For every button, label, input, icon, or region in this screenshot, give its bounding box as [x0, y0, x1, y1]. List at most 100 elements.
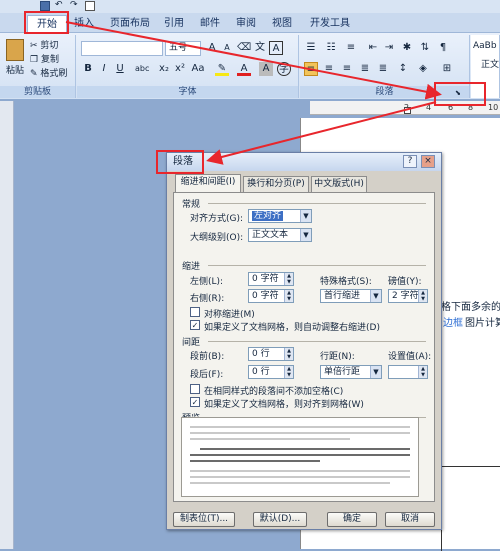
bullets-icon[interactable]: ☰ — [304, 41, 318, 55]
format-painter-button[interactable]: ✎ 格式刷 — [30, 66, 67, 79]
general-header: 常规 — [182, 200, 201, 210]
ruler-tick: 10 — [488, 103, 499, 112]
copy-button[interactable]: ❐ 复制 — [30, 52, 59, 65]
increase-indent-icon[interactable]: ⇥ — [382, 41, 396, 55]
copy-icon: ❐ — [30, 55, 39, 65]
annotation-box-home-tab — [24, 11, 69, 34]
multilevel-list-icon[interactable]: ≡ — [344, 41, 358, 55]
show-marks-icon[interactable]: ¶ — [436, 41, 450, 55]
font-color-icon[interactable]: A — [237, 62, 251, 76]
preview-line — [190, 470, 410, 472]
border-char-icon[interactable]: A — [269, 41, 283, 55]
alignment-label: 对齐方式(G): — [190, 214, 244, 224]
decrease-indent-icon[interactable]: ⇤ — [366, 41, 380, 55]
spinner-arrows-icon: ▲ ▼ — [284, 273, 293, 285]
undo-icon[interactable]: ↶ — [55, 0, 63, 10]
auto-adjust-indent-checkbox[interactable]: ✓ — [190, 320, 200, 330]
style-sample[interactable]: AaBb — [473, 41, 497, 51]
special-indent-label: 特殊格式(S): — [320, 277, 372, 287]
snap-to-grid-checkbox[interactable]: ✓ — [190, 397, 200, 407]
tab-indent-spacing[interactable]: 缩进和间距(I) — [175, 174, 241, 193]
sort-icon[interactable]: ⇅ — [418, 41, 432, 55]
page-table — [441, 466, 500, 551]
underline-icon[interactable]: U — [113, 62, 127, 76]
tab-review[interactable]: 审阅 — [232, 15, 260, 33]
paste-button[interactable]: 粘贴 — [6, 63, 24, 76]
chinese-layout-icon[interactable]: ✱ — [400, 41, 414, 55]
font-size-combo[interactable]: 五号 — [165, 41, 201, 56]
align-right-icon[interactable]: ≡ — [340, 62, 354, 76]
justify-icon[interactable]: ≣ — [358, 62, 372, 76]
no-space-same-style-checkbox[interactable] — [190, 384, 200, 394]
save-icon[interactable] — [40, 1, 50, 11]
tab-insert[interactable]: 插入 — [70, 15, 98, 33]
indent-marker[interactable] — [404, 107, 411, 114]
ok-button[interactable]: 确定 — [327, 512, 377, 527]
preview-line — [190, 460, 320, 462]
quick-access-toolbar: ↶ ↷ — [0, 0, 500, 13]
line-spacing-select[interactable]: 单倍行距 ▼ — [320, 365, 382, 379]
mirror-indents-checkbox[interactable] — [190, 307, 200, 317]
paragraph-dialog: 段落 ? × 缩进和间距(I) 换行和分页(P) 中文版式(H) 常规 对齐方式… — [166, 152, 442, 530]
bold-icon[interactable]: B — [81, 62, 95, 76]
redo-icon[interactable]: ↷ — [70, 0, 78, 10]
paste-icon[interactable] — [6, 39, 24, 61]
left-indent-spinner[interactable]: 0 字符 ▲ ▼ — [248, 272, 294, 286]
preview-line — [190, 454, 410, 456]
shading-icon[interactable]: ◈ — [416, 62, 430, 76]
italic-icon[interactable]: I — [97, 62, 111, 76]
align-center-icon[interactable]: ≡ — [322, 62, 336, 76]
indent-by-spinner[interactable]: 2 字符 ▲ ▼ — [388, 289, 428, 303]
alignment-value: 左对齐 — [252, 211, 284, 221]
clear-format-icon[interactable]: ⌫ — [237, 41, 251, 55]
strikethrough-icon[interactable]: abc — [135, 62, 149, 76]
char-shading-icon[interactable]: A — [259, 62, 273, 76]
print-preview-icon[interactable] — [85, 1, 95, 11]
grow-font-icon[interactable]: A — [205, 41, 219, 55]
preview-line — [190, 438, 350, 440]
subscript-icon[interactable]: x₂ — [157, 62, 171, 76]
superscript-icon[interactable]: x² — [173, 62, 187, 76]
tab-asian-typography[interactable]: 中文版式(H) — [311, 176, 367, 192]
alignment-select[interactable]: 左对齐 ▼ — [248, 209, 312, 223]
preview-line — [200, 448, 410, 450]
spacing-at-spinner[interactable]: ▲ ▼ — [388, 365, 428, 379]
tab-developer[interactable]: 开发工具 — [305, 15, 355, 33]
tab-mailings[interactable]: 邮件 — [196, 15, 224, 33]
tab-view[interactable]: 视图 — [268, 15, 296, 33]
shrink-font-icon[interactable]: A — [220, 41, 234, 55]
numbering-icon[interactable]: ☷ — [324, 41, 338, 55]
special-indent-select[interactable]: 首行缩进 ▼ — [320, 289, 382, 303]
style-name[interactable]: 正文 — [481, 57, 499, 70]
line-spacing-icon[interactable]: ↕ — [396, 62, 410, 76]
change-case-icon[interactable]: Aa — [191, 62, 205, 76]
enclose-char-icon[interactable]: 字 — [277, 62, 291, 76]
font-name-combo[interactable] — [81, 41, 163, 56]
tab-page-layout[interactable]: 页面布局 — [105, 15, 155, 33]
set-default-button[interactable]: 默认(D)... — [253, 512, 307, 527]
chevron-down-icon: ▼ — [300, 229, 311, 241]
ribbon-tab-bar: 开始 插入 页面布局 引用 邮件 审阅 视图 开发工具 — [0, 13, 500, 33]
right-indent-spinner[interactable]: 0 字符 ▲ ▼ — [248, 289, 294, 303]
right-indent-label: 右侧(R): — [190, 294, 225, 304]
indent-by-label: 磅值(Y): — [388, 277, 422, 287]
cut-button[interactable]: ✂ 剪切 — [30, 38, 58, 51]
outline-level-select[interactable]: 正文文本 ▼ — [248, 228, 312, 242]
highlight-icon[interactable]: ✎ — [215, 62, 229, 76]
tabs-button[interactable]: 制表位(T)... — [173, 512, 235, 527]
copy-label: 复制 — [40, 55, 59, 65]
spinner-arrows-icon: ▲ ▼ — [284, 348, 293, 360]
distribute-icon[interactable]: ≣ — [376, 62, 390, 76]
borders-icon[interactable]: ⊞ — [440, 62, 454, 76]
space-after-spinner[interactable]: 0 行 ▲ ▼ — [248, 365, 294, 379]
align-left-icon[interactable]: ≡ — [304, 62, 318, 76]
tab-line-page-breaks[interactable]: 换行和分页(P) — [243, 176, 309, 192]
space-before-spinner[interactable]: 0 行 ▲ ▼ — [248, 347, 294, 361]
phonetic-icon[interactable]: 文 — [253, 41, 267, 55]
space-before-value: 0 行 — [252, 349, 270, 359]
close-button[interactable]: × — [421, 155, 435, 168]
tab-references[interactable]: 引用 — [160, 15, 188, 33]
clipboard-group: 粘贴 ✂ 剪切 ❐ 复制 ✎ 格式刷 剪贴板 — [0, 35, 76, 98]
help-button[interactable]: ? — [403, 155, 417, 168]
cancel-button[interactable]: 取消 — [385, 512, 435, 527]
